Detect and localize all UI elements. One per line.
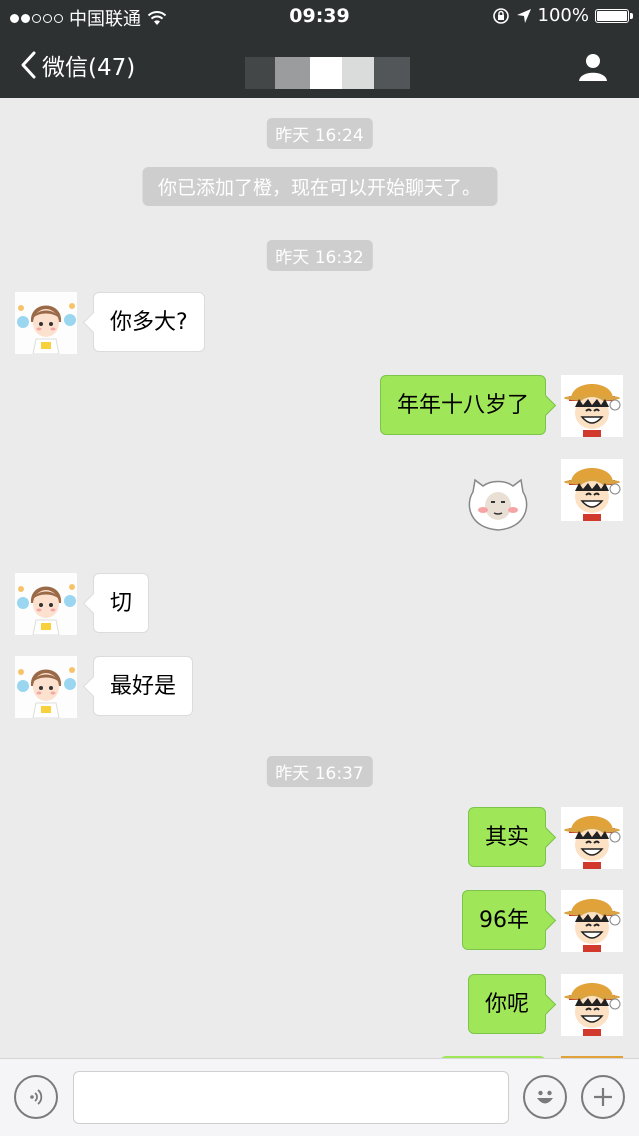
outgoing-message: 其实 [467, 807, 546, 867]
my-avatar[interactable] [561, 459, 623, 521]
battery-label: 100% [537, 5, 589, 26]
outgoing-message: 你呢 [467, 974, 546, 1034]
chevron-left-icon [21, 51, 36, 79]
battery-icon [595, 8, 633, 23]
voice-button[interactable] [14, 1075, 58, 1119]
nav-bar: 微信(47) [0, 32, 639, 98]
my-avatar[interactable] [561, 890, 623, 952]
incoming-message: 切 [93, 573, 150, 633]
plus-icon [594, 1088, 612, 1106]
more-button[interactable] [581, 1075, 625, 1119]
emoji-icon [537, 1090, 553, 1104]
person-icon[interactable] [577, 51, 609, 83]
my-avatar[interactable] [561, 375, 623, 437]
orientation-lock-icon [492, 7, 509, 24]
system-message: 你已添加了橙，现在可以开始聊天了。 [141, 167, 498, 206]
voice-icon [30, 1089, 43, 1105]
contact-name-redacted [245, 55, 410, 91]
contact-avatar[interactable] [15, 292, 77, 354]
incoming-message: 最好是 [93, 656, 194, 716]
timestamp: 昨天 16:37 [266, 756, 373, 787]
status-right: 100% [492, 5, 633, 26]
my-avatar[interactable] [561, 807, 623, 869]
sticker-message[interactable] [465, 470, 531, 536]
location-arrow-icon [516, 8, 531, 23]
timestamp: 昨天 16:32 [266, 240, 373, 271]
contact-avatar[interactable] [15, 656, 77, 718]
contact-avatar[interactable] [15, 573, 77, 635]
chat-area[interactable]: 昨天 16:24 你已添加了橙，现在可以开始聊天了。 昨天 16:32 你多大?… [0, 98, 639, 1058]
status-bar: 中国联通 09:39 100% [0, 0, 639, 32]
back-button[interactable]: 微信(47) [18, 48, 135, 82]
my-avatar[interactable] [561, 974, 623, 1036]
input-bar [0, 1058, 639, 1136]
back-label: 微信(47) [42, 55, 136, 81]
timestamp: 昨天 16:24 [266, 118, 373, 149]
outgoing-message: 年年十八岁了 [379, 375, 546, 435]
emoji-button[interactable] [523, 1075, 567, 1119]
outgoing-message: 96年 [462, 890, 546, 950]
incoming-message: 你多大? [93, 292, 205, 352]
message-input[interactable] [73, 1071, 509, 1124]
